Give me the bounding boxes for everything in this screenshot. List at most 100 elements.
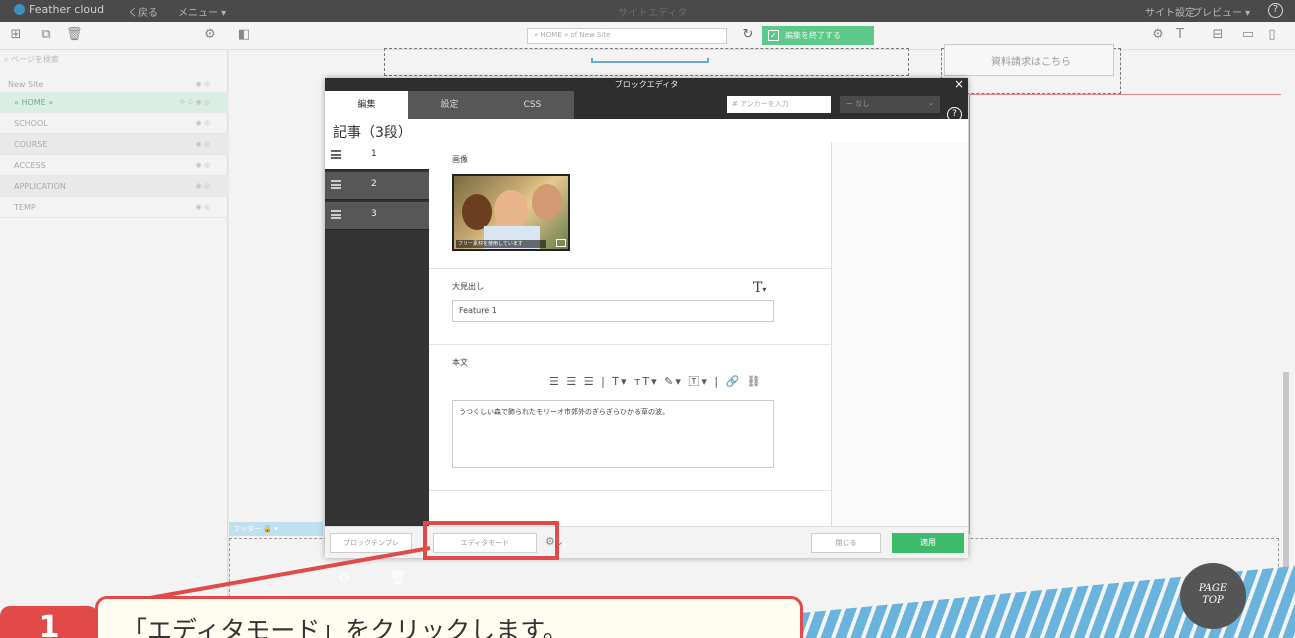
copy-page-icon[interactable]: ⧉ — [38, 27, 54, 43]
tree-item-label: « HOME » — [14, 98, 54, 107]
body-section: 本文 ☰ ☰ ☰ | T▾ ᴛT▾ ✎▾ 🅃▾ | 🔗 ⛓ うつくしい森で飾られ… — [429, 345, 831, 491]
gear-icon[interactable]: ⚙ — [202, 27, 218, 43]
visibility-icon[interactable]: ◉ ◎ — [196, 134, 210, 155]
format-toolbar[interactable]: ☰ ☰ ☰ | T▾ ᴛT▾ ✎▾ 🅃▾ | 🔗 ⛓ — [549, 373, 763, 389]
search-placeholder: ページを検索 — [11, 55, 59, 64]
back-link[interactable]: く戻る — [128, 4, 158, 19]
image-caption: フリー素材を使用しています — [456, 240, 546, 248]
feather-cloud-icon — [14, 4, 25, 15]
apply-button[interactable]: 適用 — [892, 533, 964, 553]
font-icon[interactable]: T — [1172, 27, 1188, 43]
site-settings-link[interactable]: サイト設定 — [1145, 4, 1195, 19]
photo-figure — [462, 194, 492, 230]
sidebar-item-application[interactable]: APPLICATION ◉ ◎ — [0, 176, 228, 197]
tab-css[interactable]: CSS — [491, 91, 574, 119]
image-edit-icon[interactable] — [556, 239, 566, 247]
drag-handle-icon[interactable] — [331, 180, 341, 189]
heading-section: 大見出し T▾ Feature 1 — [429, 269, 831, 345]
desktop-view-icon[interactable]: ▭ — [1240, 27, 1256, 43]
block-template-button[interactable]: ブロックテンプレ — [330, 533, 412, 553]
page-tree-sidebar: ⌕ ページを検索 New Site ◉ ◎ « HOME » ⊖ ⊙ ◉ ◎ SCH… — [0, 50, 228, 638]
guide-line — [969, 94, 1281, 95]
tree-item-label: SCHOOL — [14, 119, 48, 128]
sidebar-item-school[interactable]: SCHOOL ◉ ◎ — [0, 113, 228, 134]
app-name: Feather cloud — [29, 3, 105, 16]
sidebar-item-course[interactable]: COURSE ◉ ◎ — [0, 134, 228, 155]
article-image[interactable]: フリー素材を使用しています — [452, 174, 570, 251]
font-size-icon[interactable]: T▾ — [753, 280, 766, 296]
reload-icon[interactable]: ↻ — [740, 27, 756, 43]
button-outline — [591, 58, 709, 63]
check-icon: ✓ — [768, 30, 779, 41]
chevron-down-icon: ⌄ — [928, 99, 934, 107]
photo-figure — [494, 190, 528, 230]
menu-dropdown[interactable]: メニュー ▾ — [178, 4, 226, 19]
sidebar-item-temp[interactable]: TEMP ◉ ◎ — [0, 197, 228, 218]
body-textarea[interactable]: うつくしい森で飾られたモリーオ市郊外のぎらぎらひかる草の波。 — [452, 400, 774, 468]
close-icon[interactable]: × — [954, 77, 964, 91]
document-request-button[interactable]: 資料請求はこちら — [944, 44, 1114, 76]
page-actions-icon[interactable]: ⊖ ⊙ ◉ ◎ — [179, 92, 210, 113]
mobile-view-icon[interactable]: ▯ — [1264, 27, 1280, 43]
page-address-field[interactable]: « HOME » of New Site — [527, 28, 727, 44]
photo-figure — [532, 184, 562, 220]
anchor-select-value: ー なし — [846, 100, 870, 108]
visibility-icon[interactable]: ◉ ◎ — [196, 176, 210, 197]
row-item-2[interactable]: 2 — [325, 172, 429, 200]
tree-item-label: COURSE — [14, 140, 48, 149]
row-number: 1 — [371, 149, 377, 159]
sidebar-item-access[interactable]: ACCESS ◉ ◎ — [0, 155, 228, 176]
tree-item-label: TEMP — [14, 203, 36, 212]
close-button[interactable]: 閉じる — [811, 533, 881, 553]
page-search-input[interactable]: ⌕ ページを検索 — [4, 54, 59, 65]
image-label: 画像 — [452, 155, 468, 164]
drag-handle-icon[interactable] — [331, 210, 341, 219]
block-content-form: 画像 フリー素材を使用しています 大見出し T▾ Feature 1 本文 ☰ … — [429, 142, 832, 526]
tree-item-label: ACCESS — [14, 161, 46, 170]
row-item-1[interactable]: 1 — [325, 142, 429, 170]
dialog-footer: ブロックテンプレ エディタモード ⚙⌄ 閉じる 適用 — [325, 526, 968, 558]
scrollbar[interactable] — [1283, 372, 1289, 568]
tree-item-label: APPLICATION — [14, 182, 66, 191]
footer-label-text: フッター — [233, 525, 261, 533]
drag-handle-icon[interactable] — [331, 150, 341, 159]
heading-input[interactable]: Feature 1 — [452, 300, 774, 322]
visibility-icon[interactable]: ◉ ◎ — [196, 113, 210, 134]
tree-item-label: New Site — [8, 80, 44, 89]
row-list: 1 2 3 ⧉ 🗑 — [325, 142, 429, 586]
step-number-badge: 1 — [0, 606, 98, 638]
anchor-input[interactable]: # アンカーを入力 — [727, 96, 831, 113]
tab-settings[interactable]: 設定 — [408, 91, 491, 119]
page-top-line2: TOP — [1202, 595, 1224, 606]
footer-block-label[interactable]: フッター 🔒 ▾ — [229, 522, 323, 536]
end-edit-label: 編集を終了する — [785, 31, 841, 40]
help-icon[interactable]: ? — [947, 107, 962, 122]
row-number: 3 — [371, 209, 377, 219]
app-logo[interactable]: Feather cloud — [14, 3, 104, 16]
visibility-icon[interactable]: ◉ ◎ — [196, 197, 210, 218]
tab-edit[interactable]: 編集 — [325, 91, 408, 119]
sidebar-toggle-icon[interactable]: ◧ — [236, 27, 252, 43]
visibility-icon[interactable]: ◉ ◎ — [196, 155, 210, 176]
heading-label: 大見出し — [452, 282, 484, 291]
instruction-callout: 「エディタモード」をクリックします。 — [95, 596, 803, 638]
copy-icon[interactable]: ⧉ — [339, 570, 349, 586]
settings-icon[interactable]: ⚙ — [1150, 27, 1166, 43]
editor-mode-highlight — [423, 521, 559, 560]
trash-icon[interactable]: 🗑 — [389, 570, 407, 586]
page-top-button[interactable]: PAGE TOP — [1180, 563, 1246, 629]
preview-dropdown[interactable]: プレビュー ▾ — [1192, 4, 1250, 19]
window-title: サイトエディタ — [618, 8, 688, 19]
sidebar-item-home[interactable]: « HOME » ⊖ ⊙ ◉ ◎ — [0, 92, 228, 113]
anchor-select[interactable]: ー なし ⌄ — [840, 96, 940, 113]
end-edit-button[interactable]: ✓ 編集を終了する — [762, 26, 874, 45]
guide-line — [969, 94, 970, 534]
block-editor-dialog: ブロックエディタ 編集 設定 CSS # アンカーを入力 ー なし ⌄ ? × 記… — [325, 77, 968, 586]
add-page-icon[interactable]: ⊞ — [8, 27, 24, 43]
row-number: 2 — [371, 179, 377, 189]
top-bar: Feather cloud く戻る メニュー ▾ サイトエディタ サイト設定 プ… — [0, 0, 1295, 22]
help-icon[interactable]: ? — [1268, 3, 1283, 18]
layout-icon[interactable]: ⊟ — [1210, 27, 1226, 43]
trash-icon[interactable]: 🗑 — [66, 27, 83, 43]
row-item-3[interactable]: 3 — [325, 202, 429, 230]
